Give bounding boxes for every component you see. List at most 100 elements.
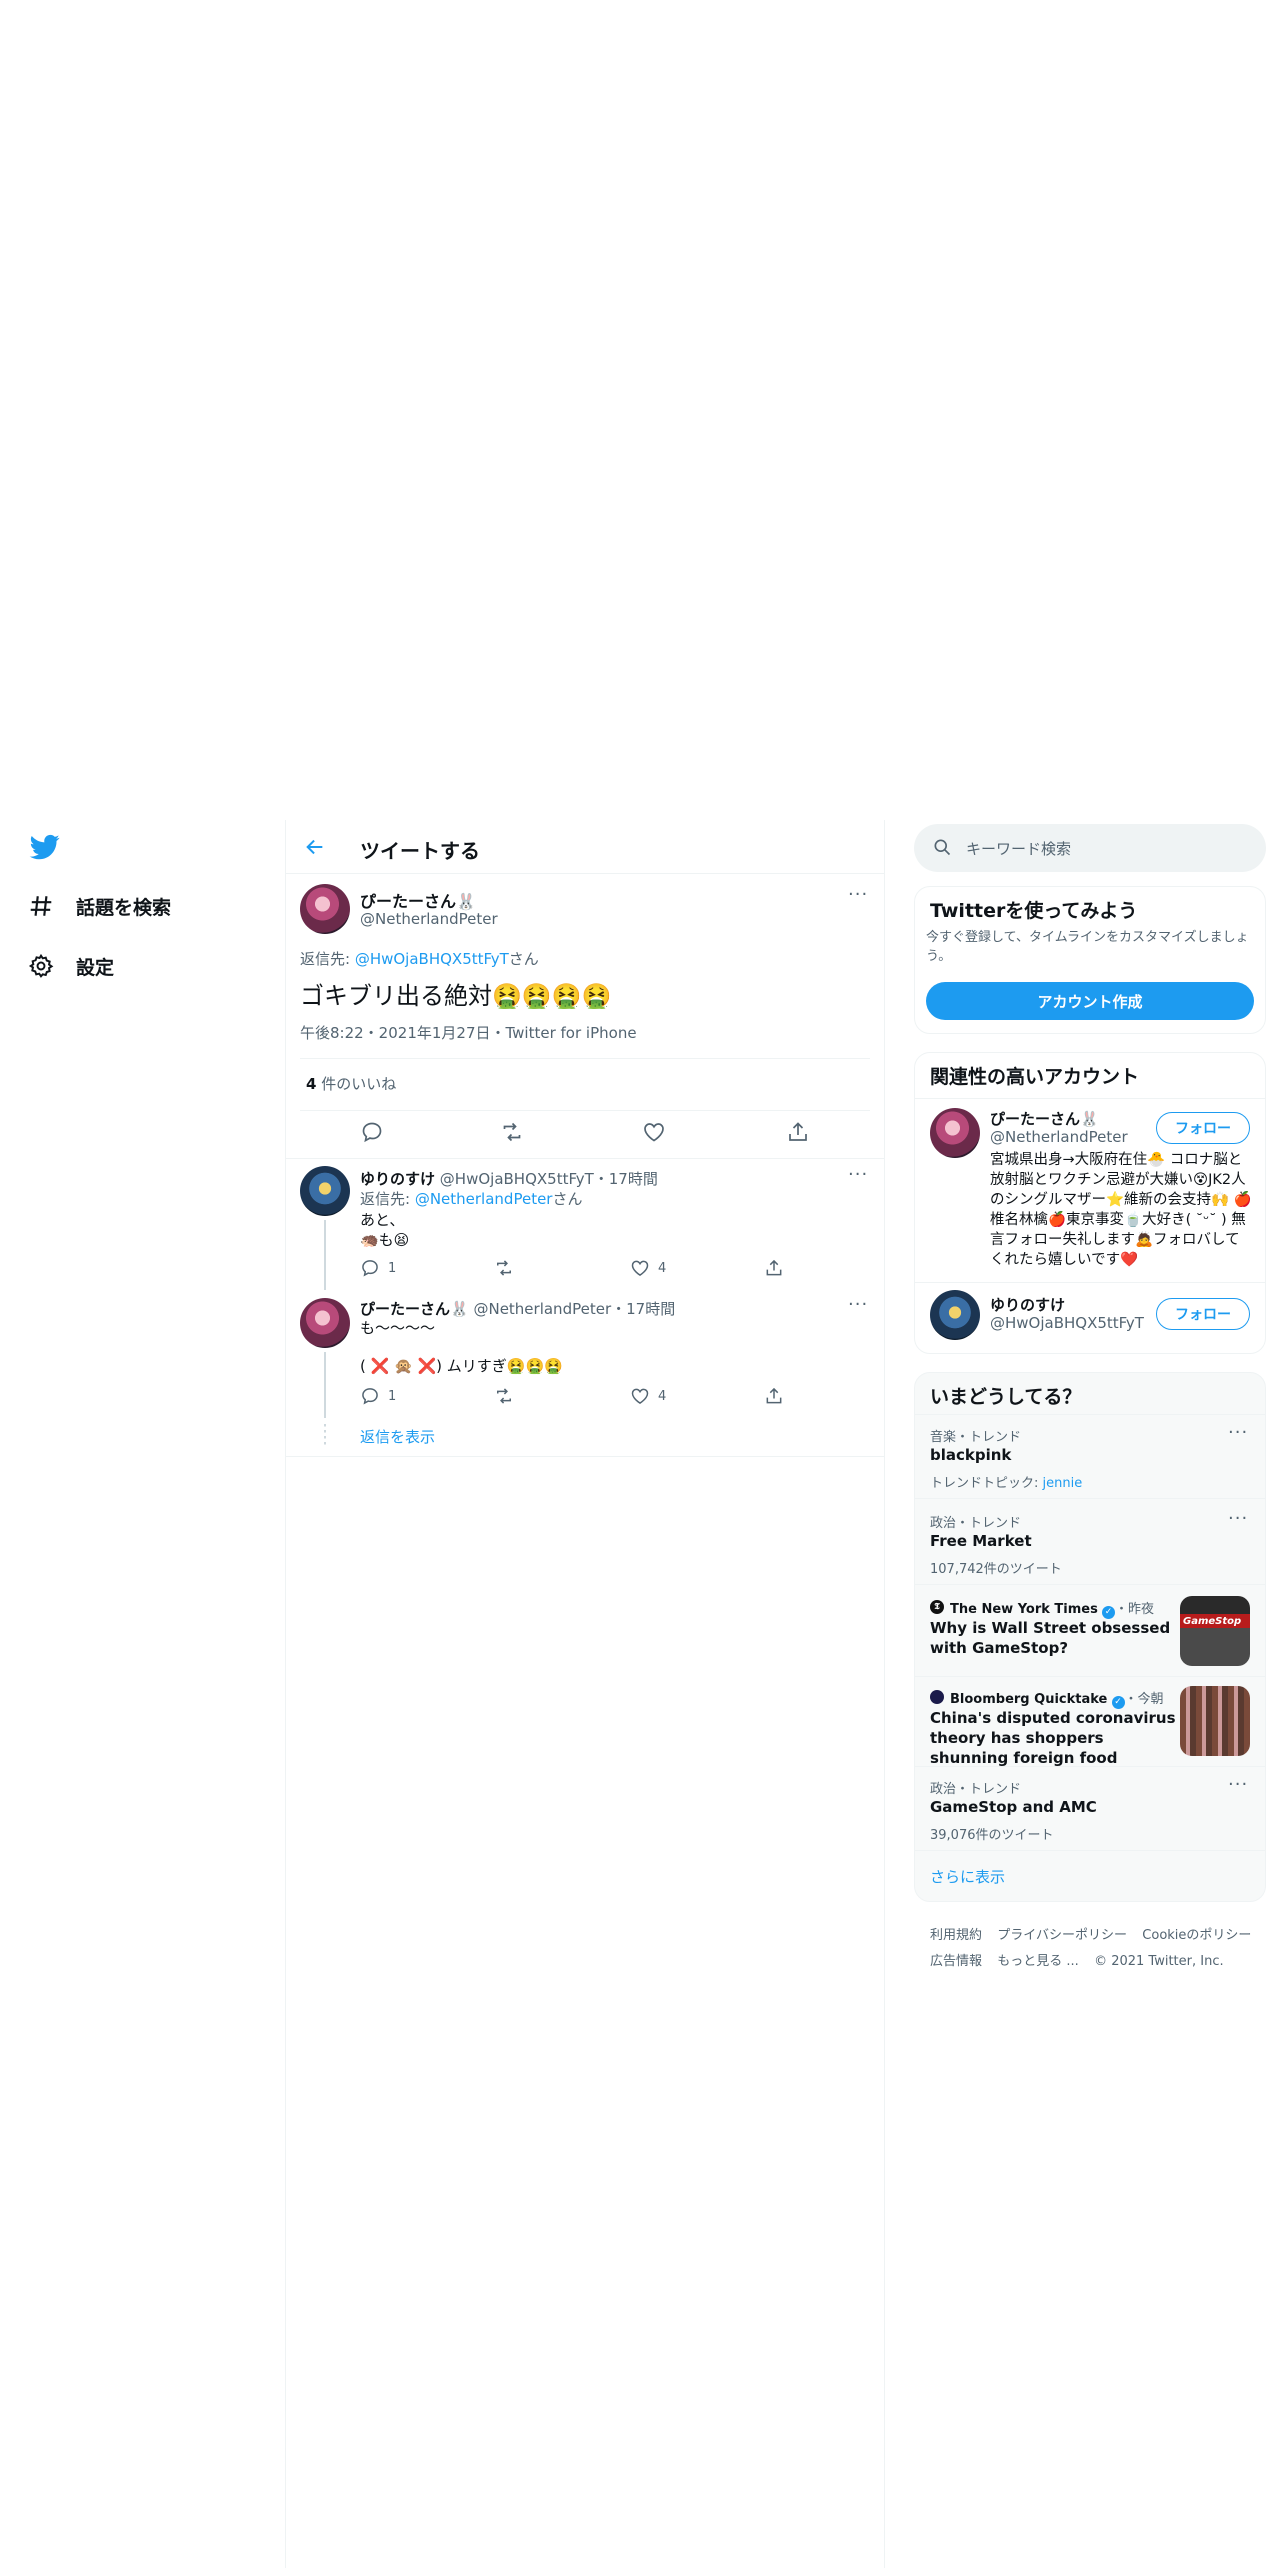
reply-text-line: も〜〜〜〜 — [360, 1319, 436, 1337]
share-icon[interactable] — [786, 1120, 810, 1144]
display-name[interactable]: ゆりのすけ — [360, 1170, 435, 1188]
trend-name[interactable]: blackpink — [930, 1446, 1011, 1464]
avatar[interactable] — [930, 1108, 980, 1158]
share-icon[interactable] — [764, 1386, 784, 1406]
show-replies-link[interactable]: 返信を表示 — [360, 1426, 435, 1447]
create-account-button[interactable]: アカウント作成 — [926, 982, 1254, 1020]
footer-link-terms[interactable]: 利用規約 — [930, 1928, 982, 1943]
follow-button[interactable]: フォロー — [1156, 1298, 1250, 1330]
reply-to-link[interactable]: @HwOjaBHQX5ttFyT — [355, 950, 509, 968]
tweet-meta[interactable]: 午後8:22・2021年1月27日・Twitter for iPhone — [300, 1022, 637, 1043]
reply-text-line: あと、 — [360, 1211, 405, 1229]
footer-link-privacy[interactable]: プライバシーポリシー — [997, 1928, 1127, 1943]
user-bio: 宮城県出身→大阪府在住🐣 コロナ脳と放射脳とワクチン忌避が大嫌い😵JK2人のシン… — [990, 1152, 1252, 1268]
page-title: ツイートする — [360, 839, 480, 863]
trends-title: いまどうしてる？ — [930, 1386, 1082, 1408]
divider — [915, 1850, 1265, 1851]
news-thumbnail[interactable]: GameStop — [1180, 1596, 1250, 1666]
divider — [915, 1676, 1265, 1677]
footer-link-ads[interactable]: 広告情報 — [930, 1954, 982, 1969]
more-options-icon[interactable]: ··· — [1228, 1422, 1248, 1443]
like-count: 4 — [658, 1389, 667, 1404]
trend-topic-prefix: トレンドトピック: — [930, 1476, 1043, 1491]
reply-text-line: ( ❌ 🙊 ❌) ムリすぎ🤮🤮🤮 — [360, 1357, 563, 1375]
reply-to-link[interactable]: @NetherlandPeter — [415, 1190, 553, 1208]
reply-icon[interactable] — [360, 1258, 380, 1278]
signup-title: Twitterを使ってみよう — [930, 900, 1138, 922]
retweet-icon[interactable] — [494, 1386, 514, 1406]
nav-settings[interactable]: 設定 — [28, 946, 114, 986]
trend-topic-link[interactable]: jennie — [1043, 1476, 1083, 1491]
user-handle[interactable]: @HwOjaBHQX5ttFyT — [440, 1170, 594, 1188]
reply-prefix: 返信先: — [300, 950, 355, 968]
thread-dots — [324, 1424, 326, 1448]
reply-time[interactable]: ・17時間 — [594, 1170, 658, 1188]
gear-icon — [28, 953, 54, 978]
divider — [286, 1158, 884, 1159]
like-icon[interactable] — [630, 1386, 650, 1406]
news-thumbnail[interactable] — [1180, 1686, 1250, 1756]
divider — [915, 1584, 1265, 1585]
user-handle[interactable]: @NetherlandPeter — [990, 1128, 1128, 1146]
likes-stat[interactable]: 4 件のいいね — [306, 1073, 396, 1094]
twitter-bird-icon[interactable] — [28, 832, 62, 862]
show-more-link[interactable]: さらに表示 — [930, 1866, 1005, 1887]
reply-to-line: 返信先: @NetherlandPeterさん — [360, 1188, 582, 1209]
reply-suffix: さん — [508, 950, 539, 968]
reply-suffix: さん — [552, 1190, 583, 1208]
like-icon[interactable] — [630, 1258, 650, 1278]
news-source: Bloomberg Quicktake — [950, 1692, 1108, 1707]
user-handle[interactable]: @HwOjaBHQX5ttFyT — [990, 1314, 1144, 1332]
reply-icon[interactable] — [360, 1386, 380, 1406]
display-name[interactable]: ぴーたーさん🐰 — [990, 1108, 1099, 1129]
footer-link-cookies[interactable]: Cookieのポリシー — [1142, 1928, 1251, 1943]
like-icon[interactable] — [642, 1120, 666, 1144]
footer-copyright: © 2021 Twitter, Inc. — [1094, 1954, 1224, 1969]
footer-link-more[interactable]: もっと見る ... — [997, 1954, 1079, 1969]
retweet-icon[interactable] — [494, 1258, 514, 1278]
trend-meta: 音楽・トレンド — [930, 1430, 1022, 1445]
news-headline[interactable]: Why is Wall Street obsessed with GameSto… — [930, 1618, 1180, 1658]
avatar[interactable] — [300, 1298, 350, 1348]
news-headline[interactable]: China's disputed coronavirus theory has … — [930, 1708, 1180, 1768]
trend-meta: 政治・トレンド — [930, 1782, 1022, 1797]
avatar[interactable] — [930, 1290, 980, 1340]
trend-tweet-count: 107,742件のツイート — [930, 1562, 1062, 1577]
nav-explore[interactable]: 話題を検索 — [28, 886, 171, 926]
reply-icon[interactable] — [360, 1120, 384, 1144]
divider — [915, 1414, 1265, 1415]
reply-text-line: 🦔も😫 — [360, 1231, 410, 1249]
user-handle[interactable]: @NetherlandPeter — [360, 910, 498, 928]
more-options-icon[interactable]: ··· — [848, 1294, 868, 1315]
divider — [915, 1766, 1265, 1767]
more-options-icon[interactable]: ··· — [1228, 1774, 1248, 1795]
trend-name[interactable]: GameStop and AMC — [930, 1798, 1097, 1816]
follow-button[interactable]: フォロー — [1156, 1112, 1250, 1144]
thread-line — [324, 1220, 326, 1290]
display-name[interactable]: ゆりのすけ — [990, 1294, 1065, 1315]
news-source-line: Bloomberg Quicktake ✓ ・今朝 — [950, 1688, 1164, 1709]
divider — [286, 1456, 884, 1457]
retweet-icon[interactable] — [500, 1120, 524, 1144]
more-options-icon[interactable]: ··· — [848, 884, 868, 905]
search-input[interactable]: キーワード検索 — [966, 838, 1071, 859]
share-icon[interactable] — [764, 1258, 784, 1278]
avatar[interactable] — [300, 1166, 350, 1216]
trend-name[interactable]: Free Market — [930, 1532, 1032, 1550]
user-handle[interactable]: @NetherlandPeter — [473, 1300, 611, 1318]
back-arrow-icon[interactable] — [304, 836, 326, 858]
more-options-icon[interactable]: ··· — [848, 1164, 868, 1185]
tweet-text: ゴキブリ出る絶対🤮🤮🤮🤮 — [300, 982, 612, 1010]
news-time: ・昨夜 — [1115, 1602, 1155, 1617]
display-name[interactable]: ぴーたーさん🐰 — [360, 1300, 469, 1318]
trend-tweet-count: 39,076件のツイート — [930, 1828, 1054, 1843]
more-options-icon[interactable]: ··· — [1228, 1508, 1248, 1529]
reply-header: ゆりのすけ @HwOjaBHQX5ttFyT・17時間 — [360, 1168, 658, 1189]
divider — [915, 1498, 1265, 1499]
news-source-line: The New York Times ✓ ・昨夜 — [950, 1598, 1154, 1619]
divider — [915, 1282, 1265, 1283]
display-name[interactable]: ぴーたーさん🐰 — [360, 888, 476, 912]
divider — [915, 1098, 1265, 1099]
avatar[interactable] — [300, 884, 350, 934]
reply-time[interactable]: ・17時間 — [611, 1300, 675, 1318]
